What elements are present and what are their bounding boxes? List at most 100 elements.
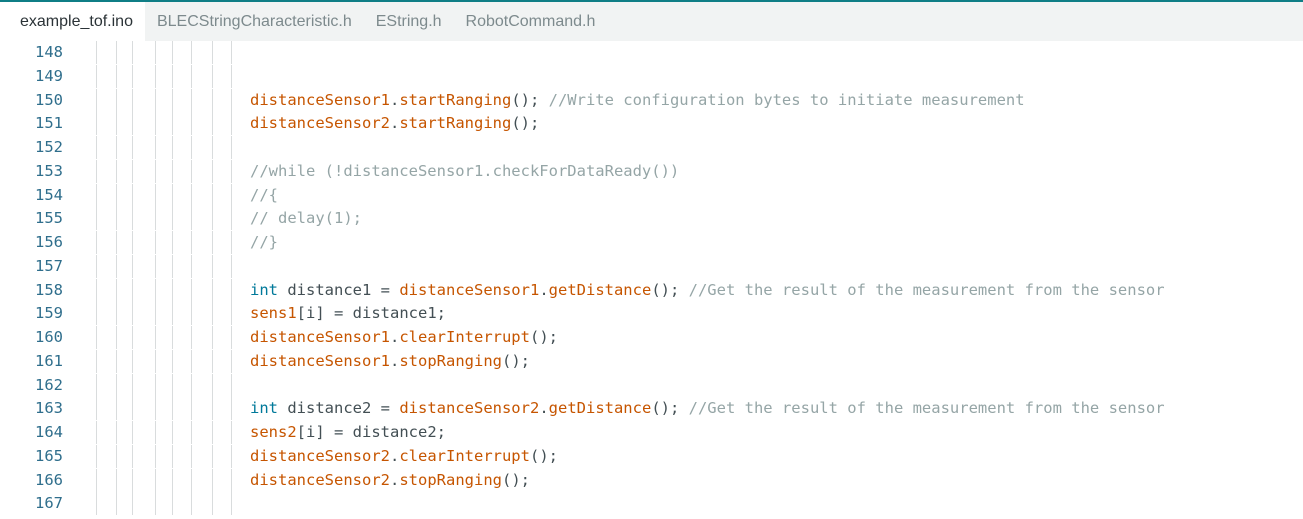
indent-guide xyxy=(212,41,213,64)
code-line[interactable]: 164 sens2[i] = distance2; xyxy=(0,421,1303,444)
indent-guide xyxy=(231,421,232,444)
code-line[interactable]: 157 xyxy=(0,254,1303,278)
code-text: distanceSensor2.startRanging(); xyxy=(250,112,539,135)
code-token: clearInterrupt xyxy=(399,328,530,346)
code-editor[interactable]: 148 149 150 distanceSensor1.startRanging();… xyxy=(0,41,1303,519)
code-token: (); xyxy=(529,446,558,465)
code-token: distanceSensor1 xyxy=(250,351,390,370)
indent-guide xyxy=(96,421,97,444)
code-token: distance2 = xyxy=(278,399,400,418)
indent-guide xyxy=(191,373,192,397)
indent-guide xyxy=(212,326,213,349)
code-line[interactable]: 159 sens1[i] = distance1; xyxy=(0,302,1303,326)
code-token: int xyxy=(250,280,278,299)
code-token: distanceSensor1 xyxy=(399,280,540,299)
indent-guide xyxy=(172,326,173,349)
indent-guide xyxy=(212,183,213,207)
code-token: clearInterrupt xyxy=(399,446,530,465)
code-text: //while (!distanceSensor1.checkForDataRe… xyxy=(250,160,679,183)
indent-guide xyxy=(231,278,232,302)
indent-guide xyxy=(116,373,117,397)
indent-guide xyxy=(132,183,133,207)
code-token: . xyxy=(389,470,400,489)
indent-guide xyxy=(212,254,213,278)
code-line[interactable]: 158 int distance1 = distanceSensor1.getDi… xyxy=(0,278,1303,302)
indent-guide xyxy=(155,421,156,444)
indent-guide xyxy=(212,136,213,159)
indent-guide xyxy=(172,278,173,302)
indent-guide xyxy=(172,64,173,88)
indent-guide xyxy=(231,112,232,136)
file-tab-bar: example_tof.ino BLECStringCharacteristic… xyxy=(0,2,1303,41)
code-line[interactable]: 162 xyxy=(0,373,1303,397)
code-line[interactable]: 154//{ xyxy=(0,183,1303,207)
code-token: . xyxy=(389,351,400,370)
indent-guide xyxy=(116,159,117,183)
indent-guide xyxy=(191,207,192,231)
code-line[interactable]: 161 distanceSensor1.stopRanging(); xyxy=(0,349,1303,373)
indent-guides xyxy=(0,421,240,444)
indent-guide xyxy=(172,421,173,444)
indent-guides xyxy=(0,349,240,373)
tab-robot-command-h[interactable]: RobotCommand.h xyxy=(454,2,608,41)
code-line[interactable]: 163 int distance2 = distanceSensor2.getDi… xyxy=(0,397,1303,421)
indent-guides xyxy=(0,326,240,349)
indent-guide xyxy=(231,302,232,326)
code-text: int distance2 = distanceSensor2.getDista… xyxy=(250,397,1165,420)
indent-guide xyxy=(212,302,213,326)
tab-example-tof-ino[interactable]: example_tof.ino xyxy=(0,2,145,41)
indent-guide xyxy=(212,64,213,88)
code-line[interactable]: 151 distanceSensor2.startRanging(); xyxy=(0,112,1303,136)
indent-guides xyxy=(0,302,240,326)
indent-guide xyxy=(96,278,97,302)
indent-guide xyxy=(155,373,156,397)
indent-guides xyxy=(0,159,240,183)
indent-guide xyxy=(96,64,97,88)
code-line[interactable]: 155// delay(1); xyxy=(0,207,1303,231)
tab-blec-string-characteristic-h[interactable]: BLECStringCharacteristic.h xyxy=(145,2,364,41)
code-line[interactable]: 160 distanceSensor1.clearInterrupt(); xyxy=(0,326,1303,349)
code-line[interactable]: 152 xyxy=(0,136,1303,159)
code-token: getDistance xyxy=(548,280,652,299)
indent-guide xyxy=(191,136,192,159)
indent-guide xyxy=(212,444,213,468)
indent-guide xyxy=(132,278,133,302)
code-line[interactable]: 166 distanceSensor2.stopRanging(); xyxy=(0,468,1303,492)
indent-guide xyxy=(172,136,173,159)
code-token: . xyxy=(539,280,549,299)
indent-guide xyxy=(96,397,97,421)
indent-guides xyxy=(0,231,240,254)
code-token: //} xyxy=(250,233,278,251)
code-line[interactable]: 148 xyxy=(0,41,1303,64)
code-token: distanceSensor1 xyxy=(250,90,390,109)
indent-guide xyxy=(191,302,192,326)
indent-guide xyxy=(116,492,117,516)
code-text: sens2[i] = distance2; xyxy=(250,421,446,444)
indent-guide xyxy=(191,468,192,492)
indent-guide xyxy=(172,231,173,254)
code-token: distanceSensor2 xyxy=(250,470,390,489)
indent-guide xyxy=(212,468,213,492)
indent-guide xyxy=(231,231,232,254)
indent-guide xyxy=(155,88,156,112)
code-token: // delay(1); xyxy=(250,209,362,228)
indent-guide xyxy=(132,468,133,492)
code-line[interactable]: 156//} xyxy=(0,231,1303,254)
indent-guide xyxy=(132,302,133,326)
indent-guide xyxy=(172,88,173,112)
code-token: distanceSensor1 xyxy=(250,328,390,346)
indent-guide xyxy=(231,326,232,349)
code-line[interactable]: 167 xyxy=(0,492,1303,516)
code-token: distanceSensor2 xyxy=(250,114,390,133)
code-line[interactable]: 153//while (!distanceSensor1.checkForDat… xyxy=(0,159,1303,183)
code-line[interactable]: 150 distanceSensor1.startRanging(); //Wri… xyxy=(0,88,1303,112)
code-token: (); xyxy=(511,90,549,109)
indent-guide xyxy=(96,88,97,112)
code-token: distanceSensor2 xyxy=(399,399,540,418)
code-line[interactable]: 165 distanceSensor2.clearInterrupt(); xyxy=(0,444,1303,468)
indent-guide xyxy=(172,302,173,326)
code-line[interactable]: 149 xyxy=(0,64,1303,88)
code-token: [i] = distance1; xyxy=(296,304,446,323)
indent-guide xyxy=(231,373,232,397)
tab-estring-h[interactable]: EString.h xyxy=(364,2,454,41)
